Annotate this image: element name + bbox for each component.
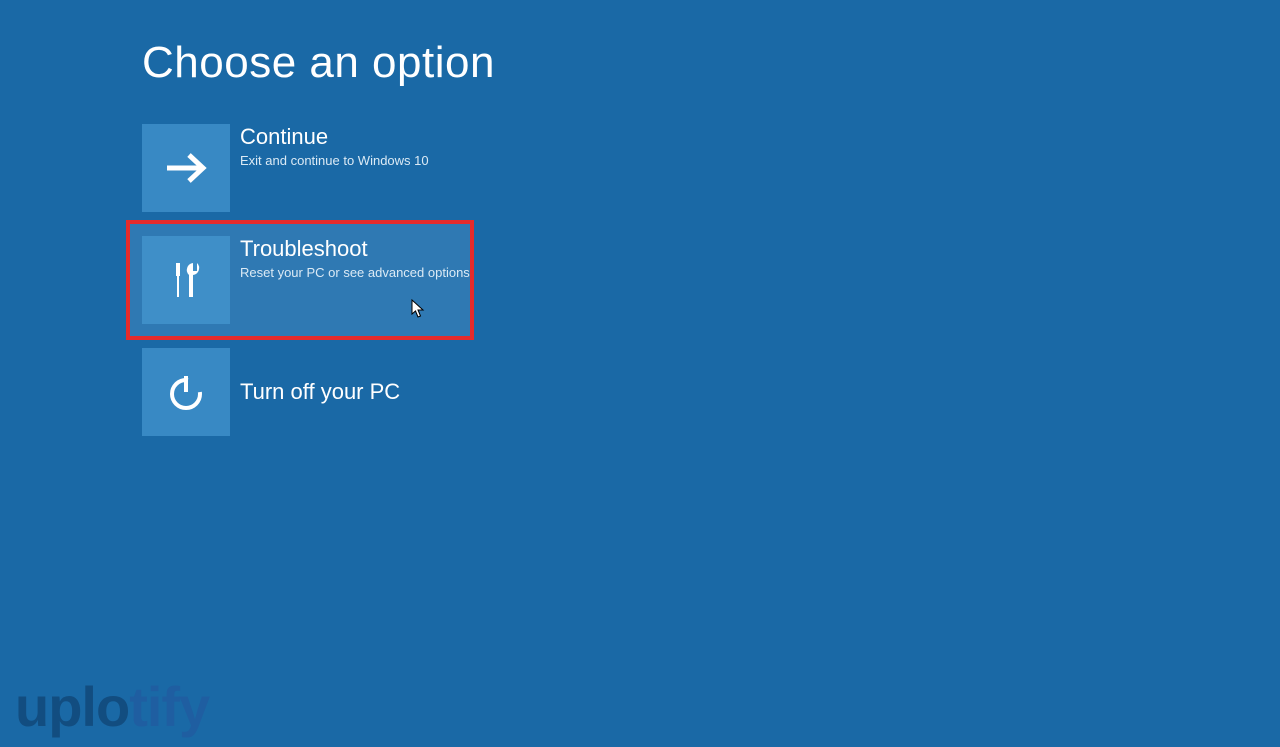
watermark: uplotify [15,679,209,735]
option-continue[interactable]: Continue Exit and continue to Windows 10 [142,124,462,212]
watermark-part2: tify [129,675,209,738]
option-troubleshoot-title: Troubleshoot [240,236,470,262]
power-icon [142,348,230,436]
page-title: Choose an option [142,38,1280,88]
option-continue-subtitle: Exit and continue to Windows 10 [240,153,429,170]
watermark-part1: uplo [15,675,129,738]
tools-icon [142,236,230,324]
option-continue-title: Continue [240,124,429,150]
option-turnoff[interactable]: Turn off your PC [142,348,462,436]
option-turnoff-title: Turn off your PC [240,379,400,405]
option-troubleshoot[interactable]: Troubleshoot Reset your PC or see advanc… [130,224,470,336]
option-troubleshoot-subtitle: Reset your PC or see advanced options [240,265,470,282]
arrow-right-icon [142,124,230,212]
